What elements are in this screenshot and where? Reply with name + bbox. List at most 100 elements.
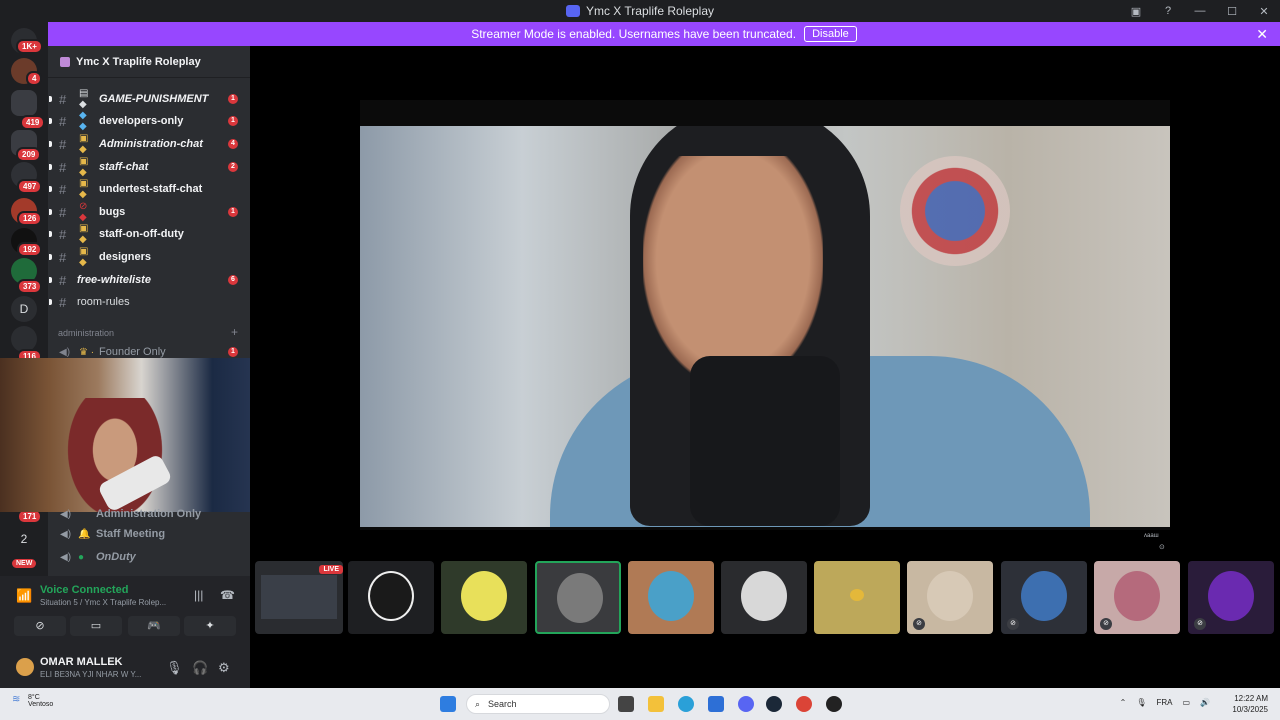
participant-tile[interactable] <box>721 561 807 634</box>
network-icon[interactable]: ▭ <box>1182 698 1190 707</box>
hash-icon: # <box>59 249 67 265</box>
close-window-button[interactable]: ✕ <box>1248 5 1280 18</box>
activities-button[interactable]: 🎮 <box>128 616 180 636</box>
channel-item[interactable]: # ▣ ◆ undertest-staff-chat <box>48 178 250 200</box>
weather-widget[interactable]: ≋ 8°C Ventoso <box>12 694 53 708</box>
unread-indicator <box>49 277 52 283</box>
deafened-icon: ⊘ <box>1194 618 1206 630</box>
taskbar-clock[interactable]: 12:22 AM 10/3/2025 <box>1232 693 1268 715</box>
channel-item[interactable]: # ▤ ◆ GAME-PUNISHMENT 1 <box>48 88 250 110</box>
channel-item[interactable]: # ▣ ◆ Administration-chat 4 <box>48 133 250 155</box>
steam-icon[interactable] <box>766 696 782 712</box>
category-administration[interactable]: administration <box>58 328 114 338</box>
channel-item[interactable]: # ◆ ◆ developers-only 1 <box>48 110 250 132</box>
file-explorer-icon[interactable] <box>648 696 664 712</box>
channel-name: developers-only <box>99 115 184 127</box>
participant-tile[interactable]: ⊘ <box>1188 561 1274 634</box>
guild-header[interactable]: Ymc X Traplife Roleplay ⌄ <box>48 46 250 78</box>
channel-item[interactable]: # ⊘ ◆ bugs 1 <box>48 201 250 223</box>
participant-tile[interactable] <box>814 561 900 634</box>
participant-tile[interactable] <box>628 561 714 634</box>
user-custom-status: ELI BE3NA YJI NHAR W Y... <box>40 670 142 679</box>
avatar[interactable] <box>16 658 34 676</box>
help-icon[interactable]: ? <box>1152 5 1184 17</box>
screen-share-button[interactable]: ▭ <box>70 616 122 636</box>
participant-tile[interactable]: ⊘ <box>1001 561 1087 634</box>
lock-icon: ▣ ◆ <box>79 133 89 155</box>
windows-taskbar: ≋ 8°C Ventoso ⌕ Search ⌃ 🎙 FRA ▭ 🔊 12:22… <box>0 688 1280 720</box>
server-number-icon[interactable]: 2 <box>11 526 37 552</box>
mention-badge: 1 <box>228 347 238 357</box>
channel-name: bugs <box>99 206 126 218</box>
new-badge[interactable]: NEW <box>10 557 39 570</box>
user-name[interactable]: OMAR MALLEK <box>40 656 123 668</box>
microphone-icon[interactable]: 🎙 <box>166 660 183 676</box>
add-channel-icon[interactable]: + <box>231 325 238 339</box>
close-banner-icon[interactable]: ✕ <box>1256 26 1268 43</box>
taskbar-search[interactable]: ⌕ Search <box>466 694 610 714</box>
signal-icon[interactable]: 📶 <box>16 588 32 604</box>
maximize-button[interactable]: ☐ <box>1216 5 1248 18</box>
notification-badge: 1K+ <box>16 39 43 54</box>
obs-icon[interactable] <box>826 696 842 712</box>
microphone-icon[interactable]: 🎙 <box>1136 698 1146 707</box>
participant-tile[interactable] <box>348 561 434 634</box>
inbox-icon[interactable]: ▣ <box>1120 5 1152 18</box>
channel-item[interactable]: # ▣ ◆ designers <box>48 246 250 268</box>
volume-icon[interactable]: 🔊 <box>1200 698 1210 707</box>
windows-start-icon[interactable] <box>440 696 456 712</box>
lock-icon: ▣ ◆ <box>79 246 89 268</box>
discord-icon[interactable] <box>738 696 754 712</box>
server-folder-icon[interactable] <box>11 90 37 116</box>
channel-item[interactable]: # free-whiteliste 6 <box>48 270 250 290</box>
stream-video[interactable] <box>360 126 1170 527</box>
volume-icon[interactable]: ⊙ <box>1159 543 1165 551</box>
voice-channel-item[interactable]: ◀) 🔔 Staff Meeting <box>48 524 250 544</box>
channel-item[interactable]: # room-rules <box>48 292 250 312</box>
participant-tile[interactable]: ⊘ <box>907 561 993 634</box>
chevron-up-icon[interactable]: ⌃ <box>1120 698 1127 707</box>
task-view-icon[interactable] <box>618 696 634 712</box>
channel-name: staff-chat <box>99 161 149 173</box>
voice-channel-path[interactable]: Situation 5 / Ymc X Traplife Rolep... <box>40 598 190 607</box>
mention-badge: 1 <box>228 207 238 217</box>
voice-channel-item[interactable]: ◀) ● OnDuty <box>48 547 250 567</box>
store-icon[interactable] <box>708 696 724 712</box>
notification-badge: 373 <box>17 279 43 294</box>
unread-indicator <box>49 254 52 260</box>
speaker-icon: ◀) <box>60 528 72 540</box>
gear-icon[interactable]: ⚙ <box>218 660 230 676</box>
speaker-icon: ◀) <box>59 346 71 358</box>
soundboard-button[interactable]: ✦ <box>184 616 236 636</box>
chrome-icon[interactable] <box>796 696 812 712</box>
avatar <box>1208 571 1254 621</box>
avatar <box>557 573 603 623</box>
unread-indicator <box>49 141 52 147</box>
participant-tile[interactable] <box>535 561 621 634</box>
channel-name: designers <box>99 251 151 263</box>
participant-tile[interactable] <box>441 561 527 634</box>
camera-off-button[interactable]: ⊘ <box>14 616 66 636</box>
minimize-button[interactable]: — <box>1184 5 1216 17</box>
unread-indicator <box>49 96 52 102</box>
channel-name: staff-on-off-duty <box>99 228 184 240</box>
disable-button[interactable]: Disable <box>804 26 857 42</box>
search-icon: ⌕ <box>475 698 481 709</box>
server-letter-icon[interactable]: D <box>11 296 37 322</box>
noise-suppression-icon[interactable]: ||| <box>194 588 203 602</box>
system-tray: ⌃ 🎙 FRA ▭ 🔊 <box>1120 698 1210 707</box>
user-area: OMAR MALLEK ELI BE3NA YJI NHAR W Y... 🎙 … <box>0 648 250 688</box>
voice-channel-item[interactable]: ◀) Administration Only <box>48 504 250 524</box>
participant-tile[interactable]: LIVE <box>255 561 343 634</box>
guild-icon <box>60 56 70 67</box>
language-indicator[interactable]: FRA <box>1156 698 1172 707</box>
channel-item[interactable]: # ▣ ◆ staff-on-off-duty <box>48 223 250 245</box>
channel-item[interactable]: # ▣ ◆ staff-chat 2 <box>48 156 250 178</box>
wind-icon: ≋ <box>12 694 21 705</box>
voice-status[interactable]: Voice Connected <box>40 584 128 596</box>
participant-tile[interactable]: ⊘ <box>1094 561 1180 634</box>
headphones-icon[interactable]: 🎧 <box>192 660 208 676</box>
disconnect-icon[interactable]: ☎ <box>220 588 235 602</box>
edge-icon[interactable] <box>678 696 694 712</box>
mention-badge: 1 <box>228 94 238 104</box>
